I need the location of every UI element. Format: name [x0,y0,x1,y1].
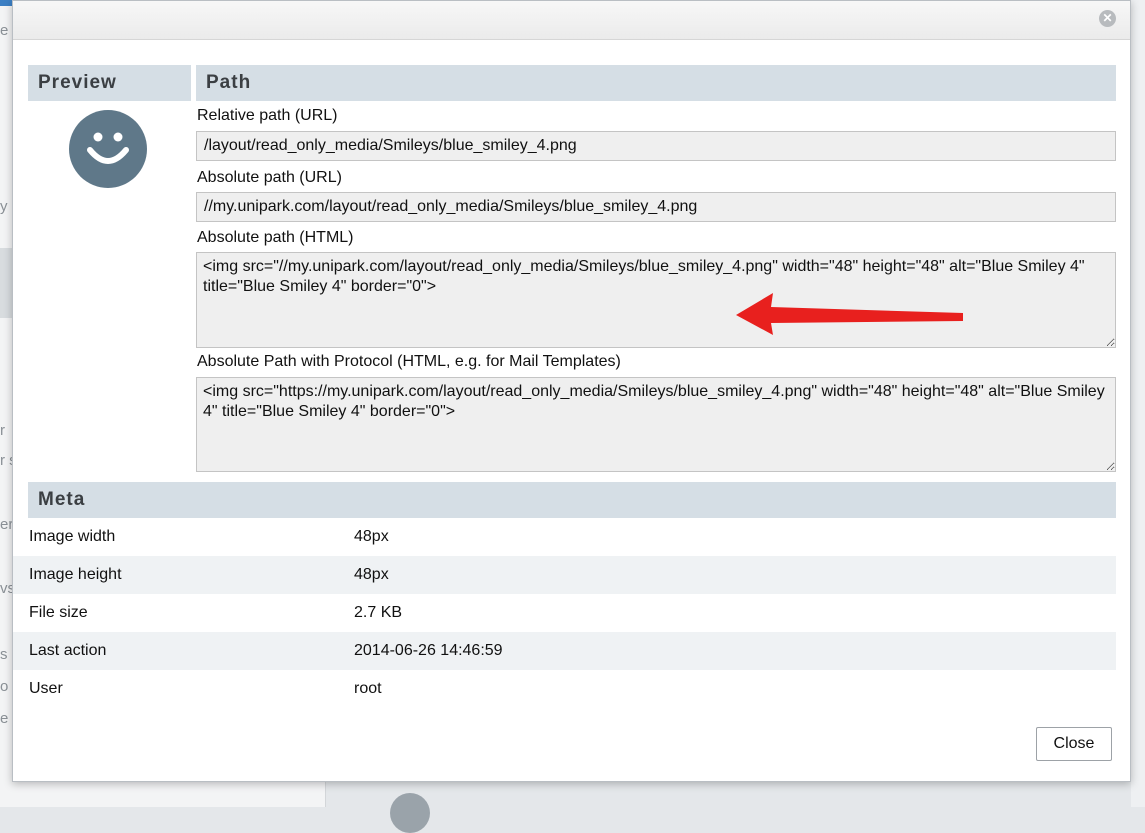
meta-value: 2014-06-26 14:46:59 [354,642,503,659]
background-fragment: s [0,646,8,663]
meta-value: 48px [354,528,389,545]
meta-row: Image height 48px [13,556,1116,594]
meta-key: User [29,680,63,697]
meta-value: 48px [354,566,389,583]
blue-smiley-icon [69,110,147,188]
absolute-protocol-label: Absolute Path with Protocol (HTML, e.g. … [197,353,621,370]
relative-url-label: Relative path (URL) [197,107,338,124]
dialog-titlebar: ✕ [13,1,1130,40]
absolute-url-label: Absolute path (URL) [197,169,342,186]
preview-header: Preview [28,65,191,101]
meta-row: Image width 48px [13,518,1116,556]
background-fragment: vs [0,580,12,597]
meta-key: Last action [29,642,107,659]
meta-value: 2.7 KB [354,604,403,621]
meta-row: File size 2.7 KB [13,594,1116,632]
background-fragment: y [0,198,8,215]
background-row [0,248,12,318]
media-details-dialog: ✕ Preview Path Relative path (URL) Absol… [12,0,1131,782]
absolute-protocol-field[interactable]: <img src="https://my.unipark.com/layout/… [196,377,1116,472]
background-fragment: r s [0,452,12,469]
meta-row: Last action 2014-06-26 14:46:59 [13,632,1116,670]
absolute-url-field[interactable] [196,192,1116,222]
meta-key: Image width [29,528,116,545]
red-arrow-icon [736,293,963,335]
close-icon[interactable]: ✕ [1099,10,1116,27]
background-fragment: o [0,678,9,695]
background-fragment: e [0,710,9,727]
close-button[interactable]: Close [1036,727,1112,761]
meta-header: Meta [28,482,1116,518]
background-smiley-icon [390,793,430,833]
relative-url-field[interactable] [196,131,1116,161]
meta-value: root [354,680,382,697]
meta-key: File size [29,604,88,621]
background-fragment: e [0,22,9,39]
background-right-strip [1131,0,1145,807]
background-fragment: r [0,422,5,439]
meta-key: Image height [29,566,122,583]
meta-row: User root [13,670,1116,708]
background-fragment: er [0,516,12,533]
path-header: Path [196,65,1116,101]
absolute-html-label: Absolute path (HTML) [197,229,354,246]
